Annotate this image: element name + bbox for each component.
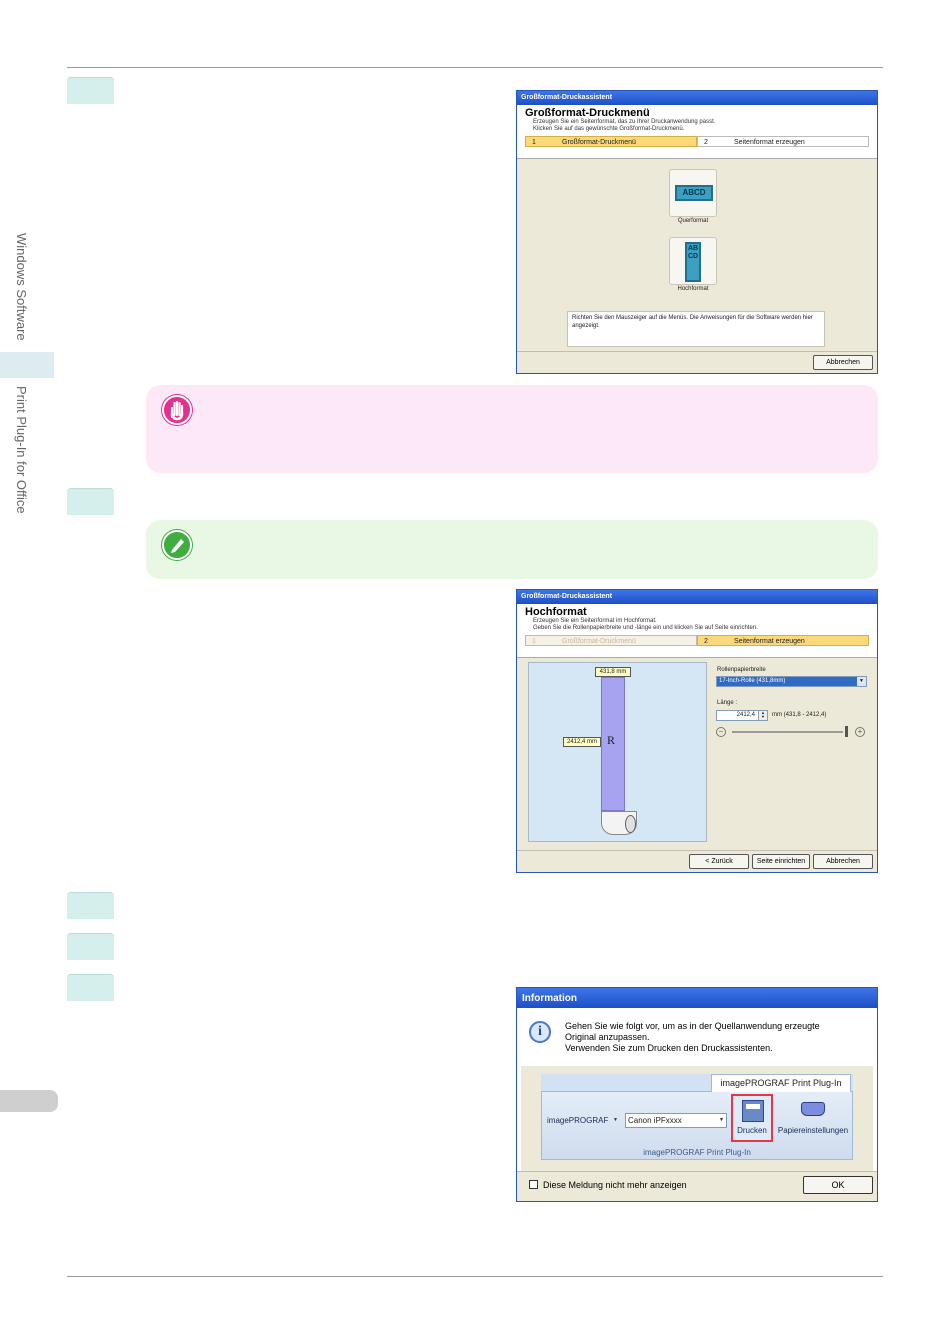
info-line: Original anzupassen. xyxy=(565,1032,650,1042)
zoom-in-icon[interactable]: + xyxy=(855,727,865,737)
page-setup-button[interactable]: Seite einrichten xyxy=(752,854,810,869)
footer-rule xyxy=(67,1276,883,1277)
width-dimension-tag: 431,8 mm xyxy=(595,667,631,677)
dialog-description: Klicken Sie auf das gewünschte Großforma… xyxy=(533,126,685,132)
sidebar-page-tab xyxy=(0,1090,58,1112)
cancel-button[interactable]: Abbrechen xyxy=(813,355,873,370)
back-button[interactable]: < Zurück xyxy=(689,854,749,869)
portrait-page-icon: ABCD xyxy=(685,242,701,282)
large-format-wizard-portrait-dialog: Großformat-Druckassistent Hochformat Erz… xyxy=(516,589,878,873)
large-format-wizard-menu-dialog: Großformat-Druckassistent Großformat-Dru… xyxy=(516,90,878,374)
sidebar-active-band xyxy=(0,352,54,378)
wizard-step-1[interactable]: 1 Großformat-Druckmenü xyxy=(525,635,697,646)
brand-dropdown[interactable]: imagePROGRAF xyxy=(547,1116,608,1125)
dialog-description: Geben Sie die Rollenpapierbreite und -lä… xyxy=(533,625,758,631)
wizard-steps: 1 Großformat-Druckmenü 2 Seitenformat erze… xyxy=(525,136,869,147)
stop-hand-icon xyxy=(162,395,192,425)
wizard-step-1[interactable]: 1 Großformat-Druckmenü xyxy=(525,136,697,147)
dont-show-label: Diese Meldung nicht mehr anzeigen xyxy=(543,1180,687,1190)
length-value: 2412,4 xyxy=(736,712,755,718)
roll-width-value: 17-Inch-Rolle (431,8mm) xyxy=(717,677,857,686)
chevron-down-icon[interactable]: ▼ xyxy=(857,677,866,686)
header-rule xyxy=(67,67,883,68)
length-input[interactable]: 2412,4 ▲ ▼ xyxy=(716,710,768,721)
cancel-button[interactable]: Abbrechen xyxy=(813,854,873,869)
wizard-step-2[interactable]: 2 Seitenformat erzeugen xyxy=(697,136,869,147)
dialog-header: Großformat-Druckmenü Erzeugen Sie ein Se… xyxy=(517,105,877,159)
length-range: mm (431,8 - 2412,4) xyxy=(772,712,827,718)
memo-note xyxy=(146,520,878,579)
wizard-steps: 1 Großformat-Druckmenü 2 Seitenformat erze… xyxy=(525,635,869,646)
roll-width-select[interactable]: 17-Inch-Rolle (431,8mm) ▼ xyxy=(716,676,867,687)
dialog-title: Information xyxy=(517,988,877,1008)
chevron-down-icon[interactable]: ▼ xyxy=(719,1117,724,1123)
landscape-menu-button[interactable]: ABCD xyxy=(669,169,717,217)
length-label: Länge : xyxy=(717,700,738,706)
sidebar-section-print-plugin: Print Plug-In for Office xyxy=(14,386,29,514)
paper-icon xyxy=(801,1102,825,1116)
printer-select[interactable]: Canon iPFxxxx ▼ xyxy=(625,1113,727,1128)
portrait-label: Hochformat xyxy=(677,286,709,292)
hint-box: Richten Sie den Mauszeiger auf die Menüs… xyxy=(567,311,825,347)
roll-width-label: Rollenpapierbreite xyxy=(717,667,766,673)
step-marker xyxy=(67,974,114,1001)
dialog-description: Erzeugen Sie ein Seitenformat, das zu Ih… xyxy=(533,119,716,125)
dialog-heading: Großformat-Druckmenü xyxy=(525,107,650,119)
spinner-icon[interactable]: ▲ ▼ xyxy=(758,711,767,720)
dialog-description: Erzeugen Sie ein Seitenformat im Hochfor… xyxy=(533,618,657,624)
dialog-title: Großformat-Druckassistent xyxy=(517,91,877,105)
dialog-title: Großformat-Druckassistent xyxy=(517,590,877,604)
step-marker xyxy=(67,77,114,104)
roll-core xyxy=(625,815,636,833)
printer-value: Canon iPFxxxx xyxy=(628,1116,682,1125)
dialog-heading: Hochformat xyxy=(525,606,587,618)
pencil-icon xyxy=(162,530,192,560)
print-button[interactable]: Drucken xyxy=(731,1094,773,1142)
landscape-page-icon: ABCD xyxy=(675,185,713,201)
step-marker xyxy=(67,933,114,960)
important-note xyxy=(146,385,878,473)
step-marker xyxy=(67,892,114,919)
landscape-label: Querformat xyxy=(677,218,709,224)
zoom-out-icon[interactable]: − xyxy=(716,727,726,737)
sidebar-section-windows-software: Windows Software xyxy=(14,233,29,341)
step-marker xyxy=(67,488,114,515)
chevron-down-icon: ▼ xyxy=(613,1117,618,1123)
zoom-slider[interactable] xyxy=(732,731,843,733)
information-dialog: Information i Gehen Sie wie folgt vor, u… xyxy=(516,987,878,1202)
paper-letter: R xyxy=(607,733,616,747)
printer-icon xyxy=(742,1100,764,1122)
info-message: Gehen Sie wie folgt vor, um as in der Qu… xyxy=(565,1021,820,1054)
portrait-menu-button[interactable]: ABCD xyxy=(669,237,717,285)
ribbon-group-label: imagePROGRAF Print Plug-In xyxy=(643,1148,751,1157)
dont-show-checkbox[interactable] xyxy=(529,1180,538,1189)
dialog-header: Hochformat Erzeugen Sie ein Seitenformat… xyxy=(517,604,877,658)
info-icon: i xyxy=(529,1021,551,1043)
wizard-step-2[interactable]: 2 Seitenformat erzeugen xyxy=(697,635,869,646)
paper-settings-label: Papiereinstellungen xyxy=(777,1126,849,1135)
ok-button[interactable]: OK xyxy=(803,1176,873,1194)
zoom-slider-thumb[interactable] xyxy=(845,726,848,737)
length-dimension-tag: 2412,4 mm xyxy=(563,737,601,747)
info-line: Gehen Sie wie folgt vor, um as in der Qu… xyxy=(565,1021,820,1031)
info-line: Verwenden Sie zum Drucken den Druckassis… xyxy=(565,1043,773,1053)
paper-settings-button[interactable]: Papiereinstellungen xyxy=(775,1094,849,1142)
print-button-label: Drucken xyxy=(737,1126,767,1135)
paper-preview-panel: R 431,8 mm 2412,4 mm xyxy=(528,662,707,842)
ribbon-tab[interactable]: imagePROGRAF Print Plug-In xyxy=(711,1074,851,1092)
